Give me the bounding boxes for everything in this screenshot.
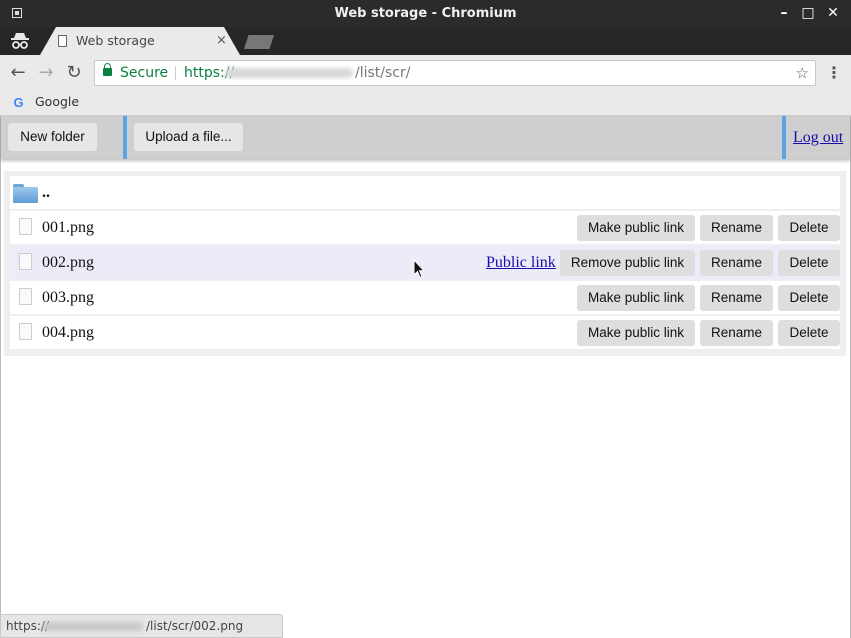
bookmark-star-icon[interactable]: ☆ [796,61,809,85]
delete-button[interactable]: Delete [778,250,840,276]
logout-link[interactable]: Log out [793,116,843,159]
file-icon [19,288,32,305]
url-host-redacted [225,68,353,78]
status-url-host-redacted [43,622,143,631]
page-icon [58,35,67,47]
remove-public-link-button[interactable]: Remove public link [560,250,695,276]
minimize-button[interactable]: – [774,0,794,27]
lock-icon [103,63,112,76]
make-public-link-button[interactable]: Make public link [577,215,695,241]
delete-button[interactable]: Delete [778,285,840,311]
window-title: Web storage - Chromium [334,6,517,21]
file-name[interactable]: 004.png [42,316,94,349]
mouse-cursor-icon [413,259,425,279]
make-public-link-button[interactable]: Make public link [577,320,695,346]
browser-toolbar: ← → ↻ Secure https:// /list/scr/ ☆ ⋮ [0,55,851,91]
omnibox-divider [175,66,176,80]
folder-icon [13,184,38,203]
maximize-button[interactable]: □ [798,0,818,27]
window-titlebar: Web storage - Chromium – □ ✕ [0,0,851,27]
file-row: 002.png Public link Remove public link R… [10,246,840,279]
file-name[interactable]: 003.png [42,281,94,314]
delete-button[interactable]: Delete [778,320,840,346]
tab-web-storage[interactable]: Web storage × [40,27,240,55]
new-tab-button[interactable] [244,35,274,49]
status-url-path: /list/scr/002.png [146,619,244,633]
file-list: .. 001.png Make public link Rename Delet… [4,171,846,356]
file-name[interactable]: 002.png [42,246,94,279]
address-bar[interactable]: Secure https:// /list/scr/ ☆ [94,60,816,86]
tab-title: Web storage [76,33,155,48]
url-path: /list/scr/ [355,65,411,81]
rename-button[interactable]: Rename [700,285,773,311]
forward-button[interactable]: → [34,55,58,91]
incognito-icon [11,33,29,49]
rename-button[interactable]: Rename [700,215,773,241]
reload-button[interactable]: ↻ [62,55,86,91]
bookmarks-bar: G Google [0,91,851,116]
delete-button[interactable]: Delete [778,215,840,241]
upload-file-button[interactable]: Upload a file... [134,123,243,151]
parent-directory-link[interactable]: .. [42,176,50,209]
file-icon [19,253,32,270]
new-folder-button[interactable]: New folder [8,123,97,151]
status-bar: https:// /list/scr/002.png [0,614,283,638]
make-public-link-button[interactable]: Make public link [577,285,695,311]
rename-button[interactable]: Rename [700,320,773,346]
tab-close-icon[interactable]: × [216,27,227,55]
toolbar-separator [782,116,786,159]
secure-label: Secure [120,65,169,81]
close-window-button[interactable]: ✕ [823,0,843,27]
bookmark-google[interactable]: Google [35,91,79,113]
parent-directory-row[interactable]: .. [10,176,840,209]
public-link[interactable]: Public link [486,246,556,279]
browser-menu-icon[interactable]: ⋮ [826,55,842,91]
toolbar-separator [123,116,127,159]
file-name[interactable]: 001.png [42,211,94,244]
file-row: 004.png Make public link Rename Delete [10,316,840,349]
file-icon [19,323,32,340]
page-content: New folder Upload a file... Log out .. 0… [0,116,851,638]
file-row: 001.png Make public link Rename Delete [10,211,840,244]
back-button[interactable]: ← [6,55,30,91]
app-toolbar: New folder Upload a file... Log out [1,116,850,159]
file-icon [19,218,32,235]
google-icon: G [13,95,24,110]
rename-button[interactable]: Rename [700,250,773,276]
file-row: 003.png Make public link Rename Delete [10,281,840,314]
